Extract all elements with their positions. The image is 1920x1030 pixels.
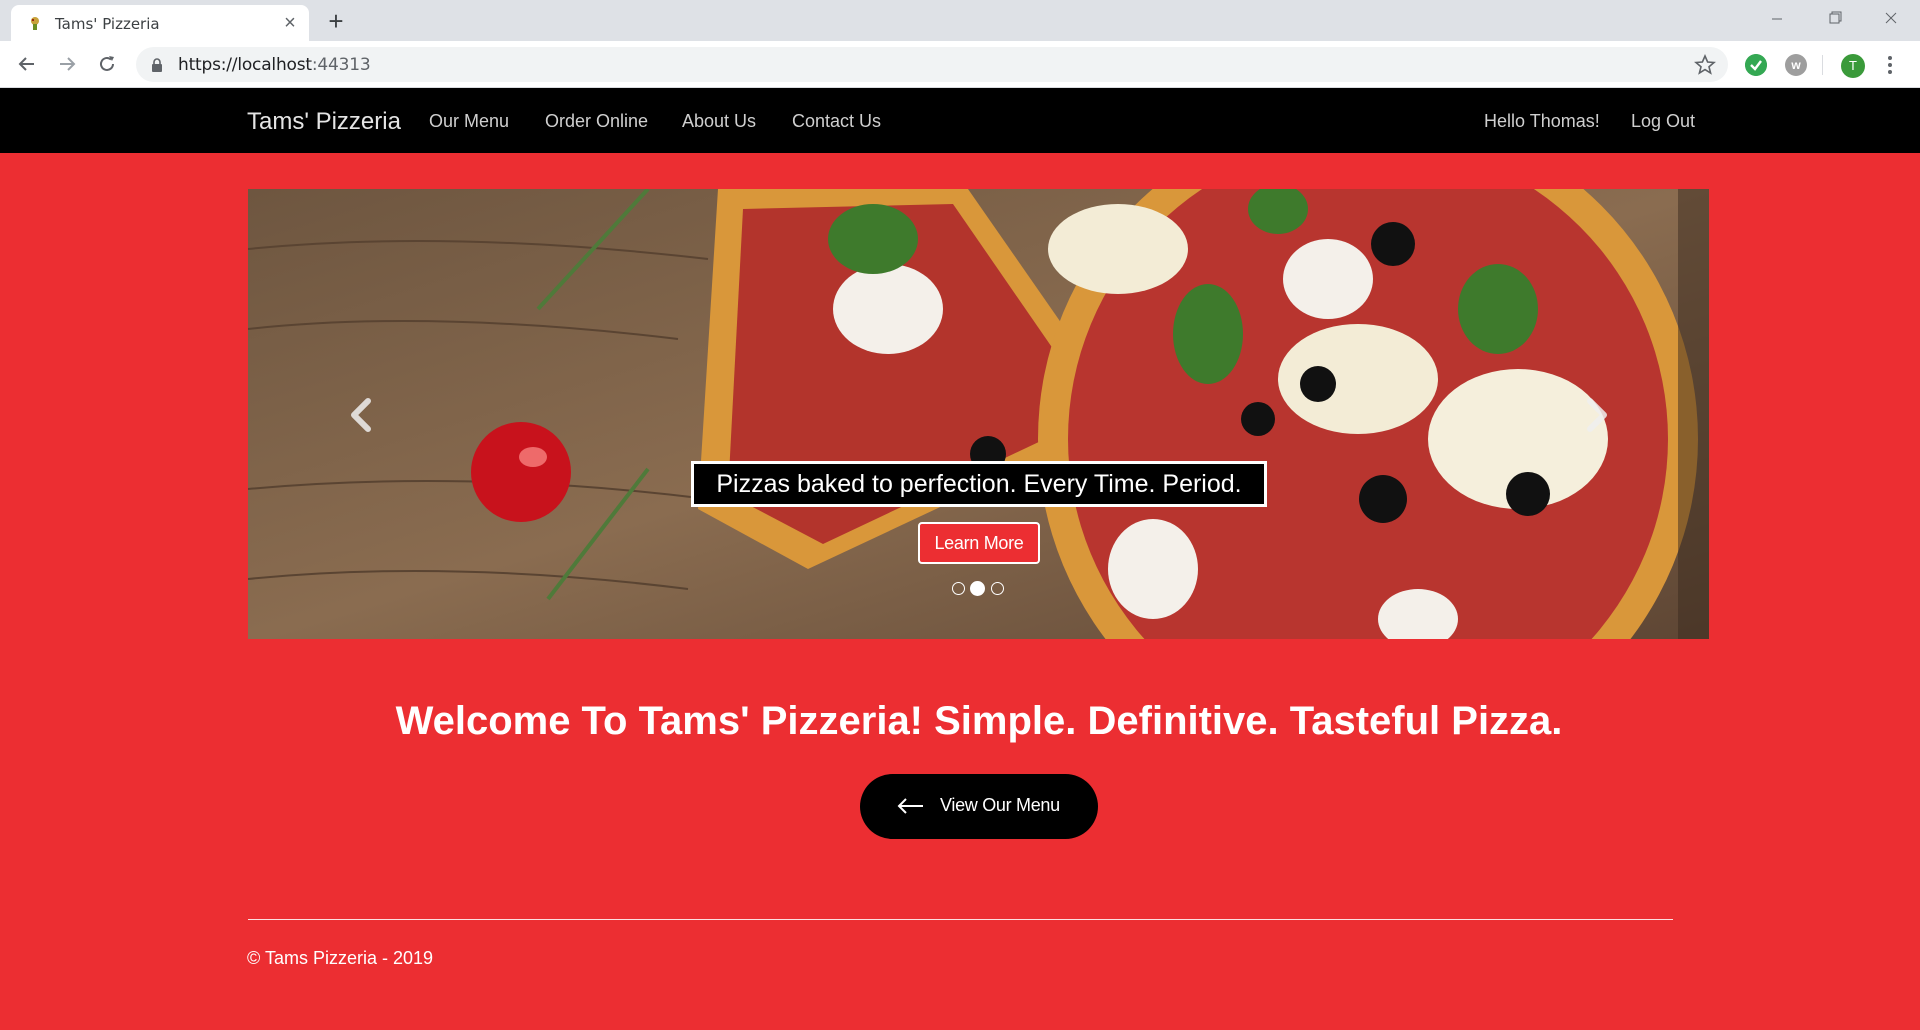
carousel-caption: Pizzas baked to perfection. Every Time. … [691, 461, 1267, 507]
browser-menu-icon[interactable] [1886, 54, 1894, 76]
footer-divider [248, 919, 1673, 920]
site-navbar: Tams' Pizzeria Our Menu Order Online Abo… [0, 88, 1920, 153]
checkmark-extension-icon[interactable] [1745, 54, 1767, 76]
minimize-icon[interactable] [1748, 0, 1806, 38]
lock-icon [152, 58, 162, 72]
nav-our-menu[interactable]: Our Menu [429, 111, 509, 132]
carousel-indicator-3[interactable] [991, 582, 1004, 595]
nav-user-greeting[interactable]: Hello Thomas! [1484, 111, 1600, 132]
view-menu-label: View Our Menu [940, 795, 1060, 815]
new-tab-icon[interactable]: + [322, 8, 350, 36]
nav-contact-us[interactable]: Contact Us [792, 111, 881, 132]
welcome-heading: Welcome To Tams' Pizzeria! Simple. Defin… [395, 699, 1563, 743]
page-body: Tams' Pizzeria Our Menu Order Online Abo… [0, 88, 1920, 1030]
reload-icon[interactable] [92, 49, 122, 79]
learn-more-button[interactable]: Learn More [918, 522, 1040, 564]
footer-copyright: © Tams Pizzeria - 2019 [247, 948, 434, 968]
nav-order-online[interactable]: Order Online [545, 111, 648, 132]
back-arrow-icon[interactable] [12, 49, 42, 79]
pizza-hero-image [248, 189, 1709, 639]
address-bar[interactable]: https://localhost:44313 [136, 47, 1728, 82]
bookmark-star-icon[interactable] [1694, 54, 1716, 76]
restore-window-icon[interactable] [1806, 0, 1864, 38]
w-extension-icon[interactable]: w [1785, 54, 1807, 76]
nav-about-us[interactable]: About Us [682, 111, 756, 132]
nav-log-out[interactable]: Log Out [1631, 111, 1695, 132]
url-text: https://localhost:44313 [178, 55, 371, 75]
tab-title: Tams' Pizzeria [55, 15, 160, 33]
browser-toolbar: https://localhost:44313 w T [0, 41, 1920, 88]
browser-tab[interactable]: Tams' Pizzeria × [11, 5, 309, 41]
tab-close-icon[interactable]: × [279, 12, 301, 34]
carousel-indicator-2[interactable] [970, 581, 985, 596]
forward-arrow-icon[interactable] [52, 49, 82, 79]
carousel-prev-icon[interactable] [344, 393, 380, 437]
toolbar-separator [1822, 55, 1823, 75]
carousel-indicator-1[interactable] [952, 582, 965, 595]
browser-tabstrip: Tams' Pizzeria × + [0, 0, 1920, 41]
pizzeria-favicon-icon [31, 17, 39, 30]
view-menu-button[interactable]: View Our Menu [860, 774, 1098, 839]
hero-carousel: Pizzas baked to perfection. Every Time. … [248, 189, 1709, 639]
site-brand-link[interactable]: Tams' Pizzeria [247, 108, 401, 136]
profile-avatar[interactable]: T [1841, 54, 1865, 78]
carousel-indicators [952, 581, 1004, 597]
close-window-icon[interactable] [1862, 0, 1920, 38]
left-arrow-icon [897, 798, 923, 814]
carousel-next-icon[interactable] [1578, 393, 1614, 437]
